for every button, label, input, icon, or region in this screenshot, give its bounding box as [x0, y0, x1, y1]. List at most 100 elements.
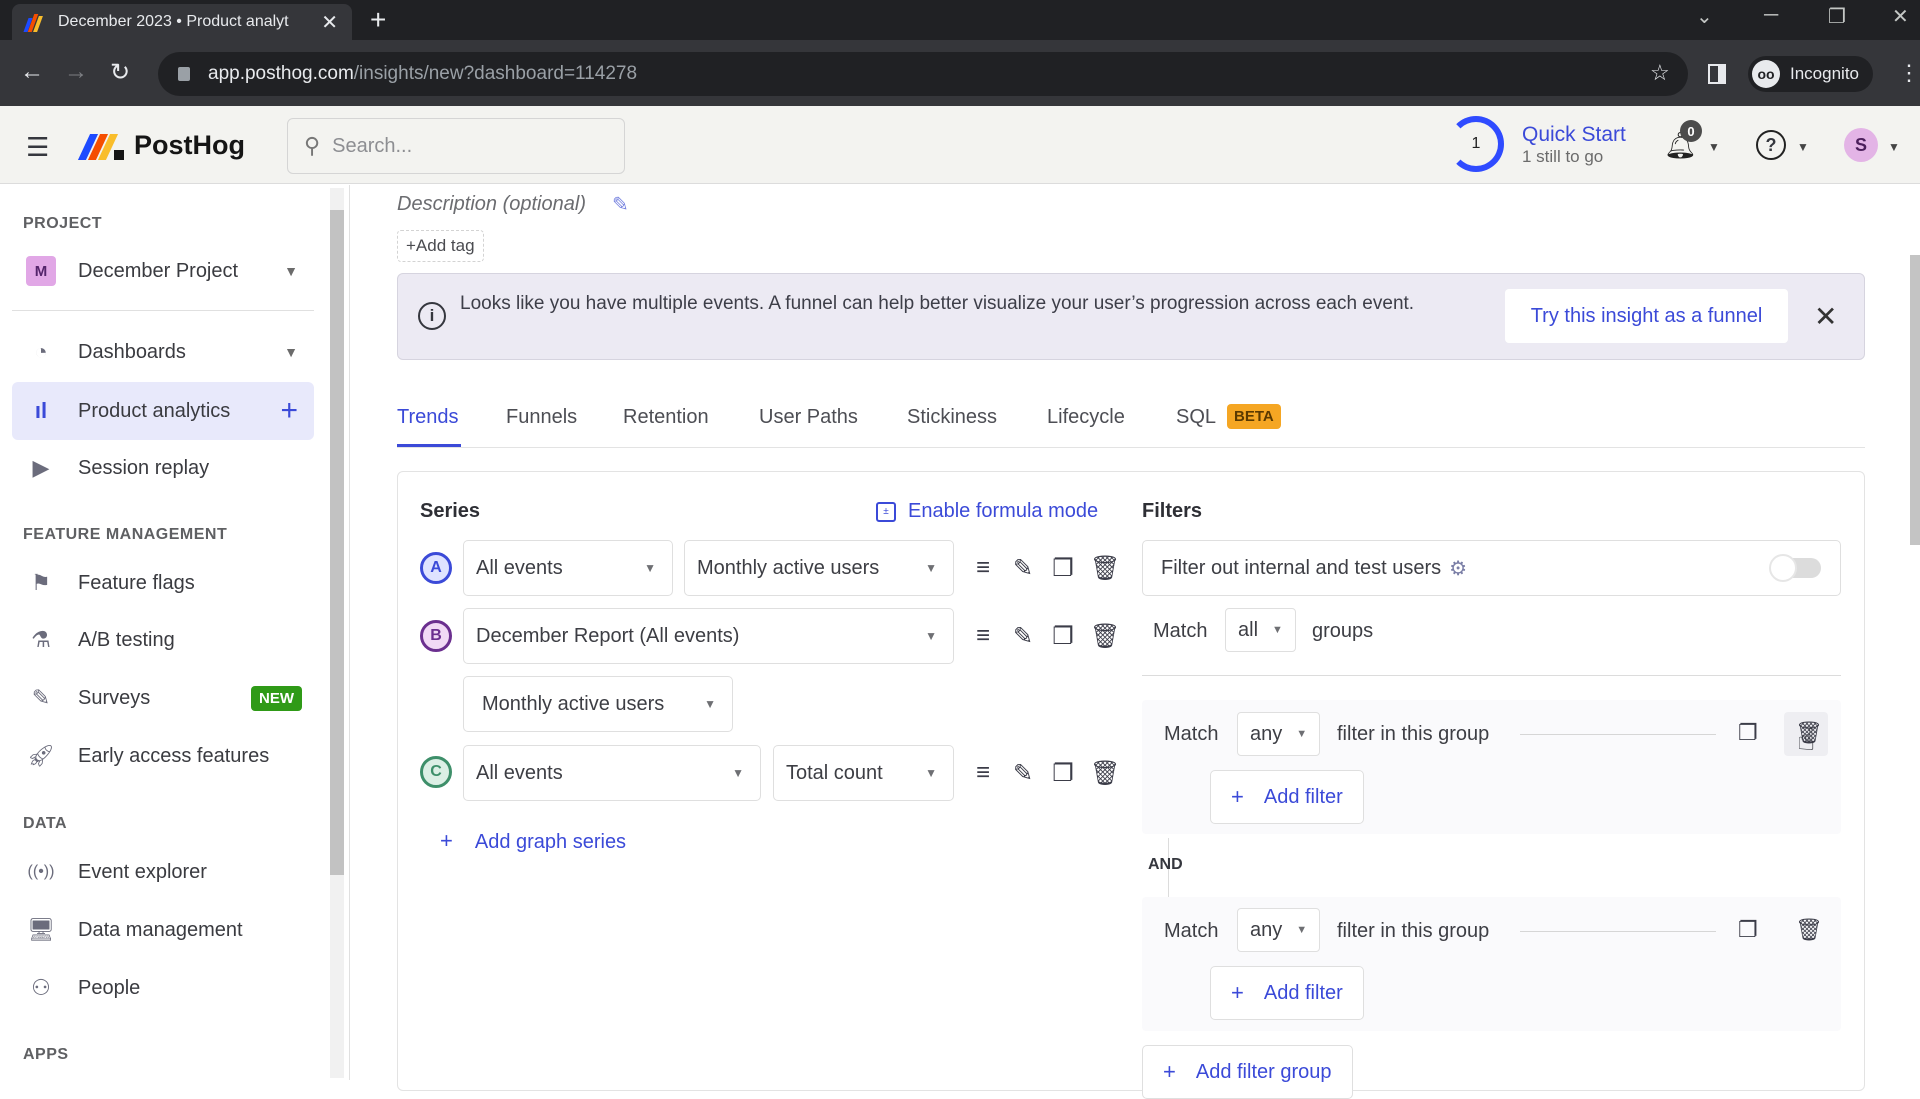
quick-start-title[interactable]: Quick Start	[1522, 123, 1626, 147]
duplicate-icon[interactable]: ❐	[1050, 622, 1076, 651]
tab-funnels[interactable]: Funnels	[506, 406, 577, 429]
chevron-down-icon: ▼	[284, 263, 298, 279]
chevron-down-icon[interactable]: ▼	[284, 344, 298, 360]
filter-icon[interactable]: ≡	[970, 622, 996, 651]
posthog-logo[interactable]: PostHog	[77, 130, 245, 161]
section-heading-apps: APPS	[23, 1046, 69, 1063]
add-filter-label: Add filter	[1263, 785, 1343, 808]
delete-icon[interactable]: 🗑︎	[1090, 759, 1120, 788]
restore-icon[interactable]: ❐	[1828, 4, 1846, 29]
add-graph-series-button[interactable]: + Add graph series	[440, 828, 626, 854]
search-input[interactable]: ⚲ Search...	[287, 118, 625, 174]
series-a-event-select[interactable]: All events ▼	[463, 540, 673, 596]
delete-group-icon[interactable]: 🗑︎	[1795, 917, 1823, 943]
info-icon: i	[418, 302, 446, 330]
address-bar[interactable]: app.posthog.com/insights/new?dashboard=1…	[158, 52, 1688, 96]
close-window-icon[interactable]: ✕	[1892, 4, 1909, 29]
tab-trends[interactable]: Trends	[397, 406, 459, 429]
user-avatar[interactable]: S	[1844, 128, 1878, 162]
add-filter-group-label: Add filter group	[1195, 1060, 1332, 1083]
side-panel-icon[interactable]	[1708, 64, 1726, 84]
try-as-funnel-button[interactable]: Try this insight as a funnel	[1505, 289, 1788, 343]
duplicate-icon[interactable]: ❐	[1050, 759, 1076, 788]
tab-retention[interactable]: Retention	[623, 406, 709, 429]
incognito-icon: oo	[1752, 60, 1780, 88]
description-field[interactable]: Description (optional)	[397, 193, 586, 216]
tab-user-paths[interactable]: User Paths	[759, 406, 858, 429]
duplicate-group-icon[interactable]: ❐	[1738, 917, 1758, 943]
group-1-add-filter-button[interactable]: + Add filter	[1210, 770, 1364, 824]
sidebar-item-feature-flags[interactable]: ⚑ Feature flags	[12, 554, 314, 612]
forward-icon[interactable]: →	[64, 58, 88, 86]
sidebar-item-product-analytics[interactable]: ıl Product analytics +	[12, 382, 314, 440]
duplicate-group-icon[interactable]: ❐	[1738, 720, 1758, 746]
group-2-separator	[1520, 931, 1716, 932]
enable-formula-mode-button[interactable]: ± Enable formula mode	[876, 500, 1098, 523]
browser-tab[interactable]: December 2023 • Product analyt ✕	[12, 4, 352, 40]
tab-lifecycle[interactable]: Lifecycle	[1047, 406, 1125, 429]
close-icon[interactable]: ✕	[1814, 300, 1837, 333]
series-b-event-select[interactable]: December Report (All events) ▼	[463, 608, 954, 664]
select-value: Monthly active users	[482, 692, 665, 715]
delete-icon[interactable]: 🗑︎	[1090, 622, 1120, 651]
tab-search-icon[interactable]: ⌄	[1696, 4, 1713, 29]
series-c-math-select[interactable]: Total count ▼	[773, 745, 954, 801]
group-1-match-select[interactable]: any ▼	[1237, 712, 1321, 756]
sidebar-item-data-management[interactable]: 🖥︎ Data management	[12, 901, 314, 959]
minimize-icon[interactable]: ─	[1764, 4, 1778, 27]
plus-icon: +	[1163, 1059, 1176, 1084]
bookmark-star-icon[interactable]: ☆	[1650, 60, 1670, 86]
sidebar-scrollbar[interactable]	[330, 210, 344, 875]
sidebar-item-session-replay[interactable]: ▶︎ Session replay	[12, 439, 314, 497]
tab-stickiness[interactable]: Stickiness	[907, 406, 997, 429]
filter-icon[interactable]: ≡	[970, 554, 996, 583]
back-icon[interactable]: ←	[20, 58, 44, 86]
match-groups-select[interactable]: all ▼	[1225, 608, 1296, 652]
chevron-down-icon[interactable]: ▼	[1888, 140, 1900, 154]
people-icon: ⚇	[31, 975, 51, 1000]
edit-pencil-icon[interactable]: ✎	[612, 192, 629, 217]
help-icon[interactable]: ?	[1756, 130, 1786, 160]
monitor-icon: 🖥︎	[27, 917, 55, 942]
hand-cursor-icon: ☝︎	[1797, 724, 1816, 757]
group-2-match-select[interactable]: any ▼	[1237, 908, 1321, 952]
sidebar-item-event-explorer[interactable]: ((•)) Event explorer	[12, 843, 314, 901]
sidebar-item-dashboards[interactable]: ◔ Dashboards ▼	[12, 323, 314, 381]
sidebar-item-surveys[interactable]: ✎ Surveys NEW	[12, 669, 314, 727]
chevron-down-icon[interactable]: ▼	[1708, 140, 1720, 154]
quick-start-progress-ring[interactable]: 1	[1448, 116, 1504, 172]
sidebar-item-early-access-features[interactable]: 🚀︎ Early access features	[12, 727, 314, 785]
close-tab-icon[interactable]: ✕	[321, 10, 338, 35]
internal-users-filter: Filter out internal and test users ⚙	[1142, 540, 1841, 596]
add-insight-plus-icon[interactable]: +	[280, 394, 298, 428]
tab-sql[interactable]: SQL	[1176, 406, 1216, 429]
browser-menu-icon[interactable]: ⋮	[1898, 60, 1920, 86]
incognito-indicator[interactable]: oo Incognito	[1748, 56, 1873, 92]
add-filter-group-button[interactable]: + Add filter group	[1142, 1045, 1353, 1099]
reload-icon[interactable]: ↻	[110, 58, 130, 87]
edit-icon[interactable]: ✎	[1010, 622, 1036, 651]
notifications-count-badge: 0	[1680, 120, 1702, 142]
series-a-math-select[interactable]: Monthly active users ▼	[684, 540, 954, 596]
sidebar-item-ab-testing[interactable]: ⚗ A/B testing	[12, 611, 314, 669]
edit-icon[interactable]: ✎	[1010, 759, 1036, 788]
sidebar-item-label: Product analytics	[78, 399, 231, 422]
sidebar-item-label: Event explorer	[78, 860, 207, 883]
group-2-add-filter-button[interactable]: + Add filter	[1210, 966, 1364, 1020]
add-tag-button[interactable]: +Add tag	[397, 230, 484, 262]
edit-icon[interactable]: ✎	[1010, 554, 1036, 583]
menu-toggle-icon[interactable]: ☰	[26, 132, 49, 163]
sidebar-item-people[interactable]: ⚇ People	[12, 959, 314, 1017]
duplicate-icon[interactable]: ❐	[1050, 554, 1076, 583]
main-scrollbar[interactable]	[1910, 255, 1920, 545]
new-tab-button[interactable]: +	[370, 6, 386, 34]
delete-icon[interactable]: 🗑︎	[1090, 554, 1120, 583]
filter-icon[interactable]: ≡	[970, 759, 996, 788]
series-b-math-select[interactable]: Monthly active users ▼	[463, 676, 733, 732]
internal-users-toggle[interactable]	[1769, 554, 1821, 582]
project-switcher[interactable]: M December Project ▼	[12, 242, 314, 300]
sidebar-item-label: Surveys	[78, 686, 151, 709]
chevron-down-icon[interactable]: ▼	[1797, 140, 1809, 154]
settings-gear-icon[interactable]: ⚙	[1449, 556, 1467, 581]
series-c-event-select[interactable]: All events ▼	[463, 745, 761, 801]
